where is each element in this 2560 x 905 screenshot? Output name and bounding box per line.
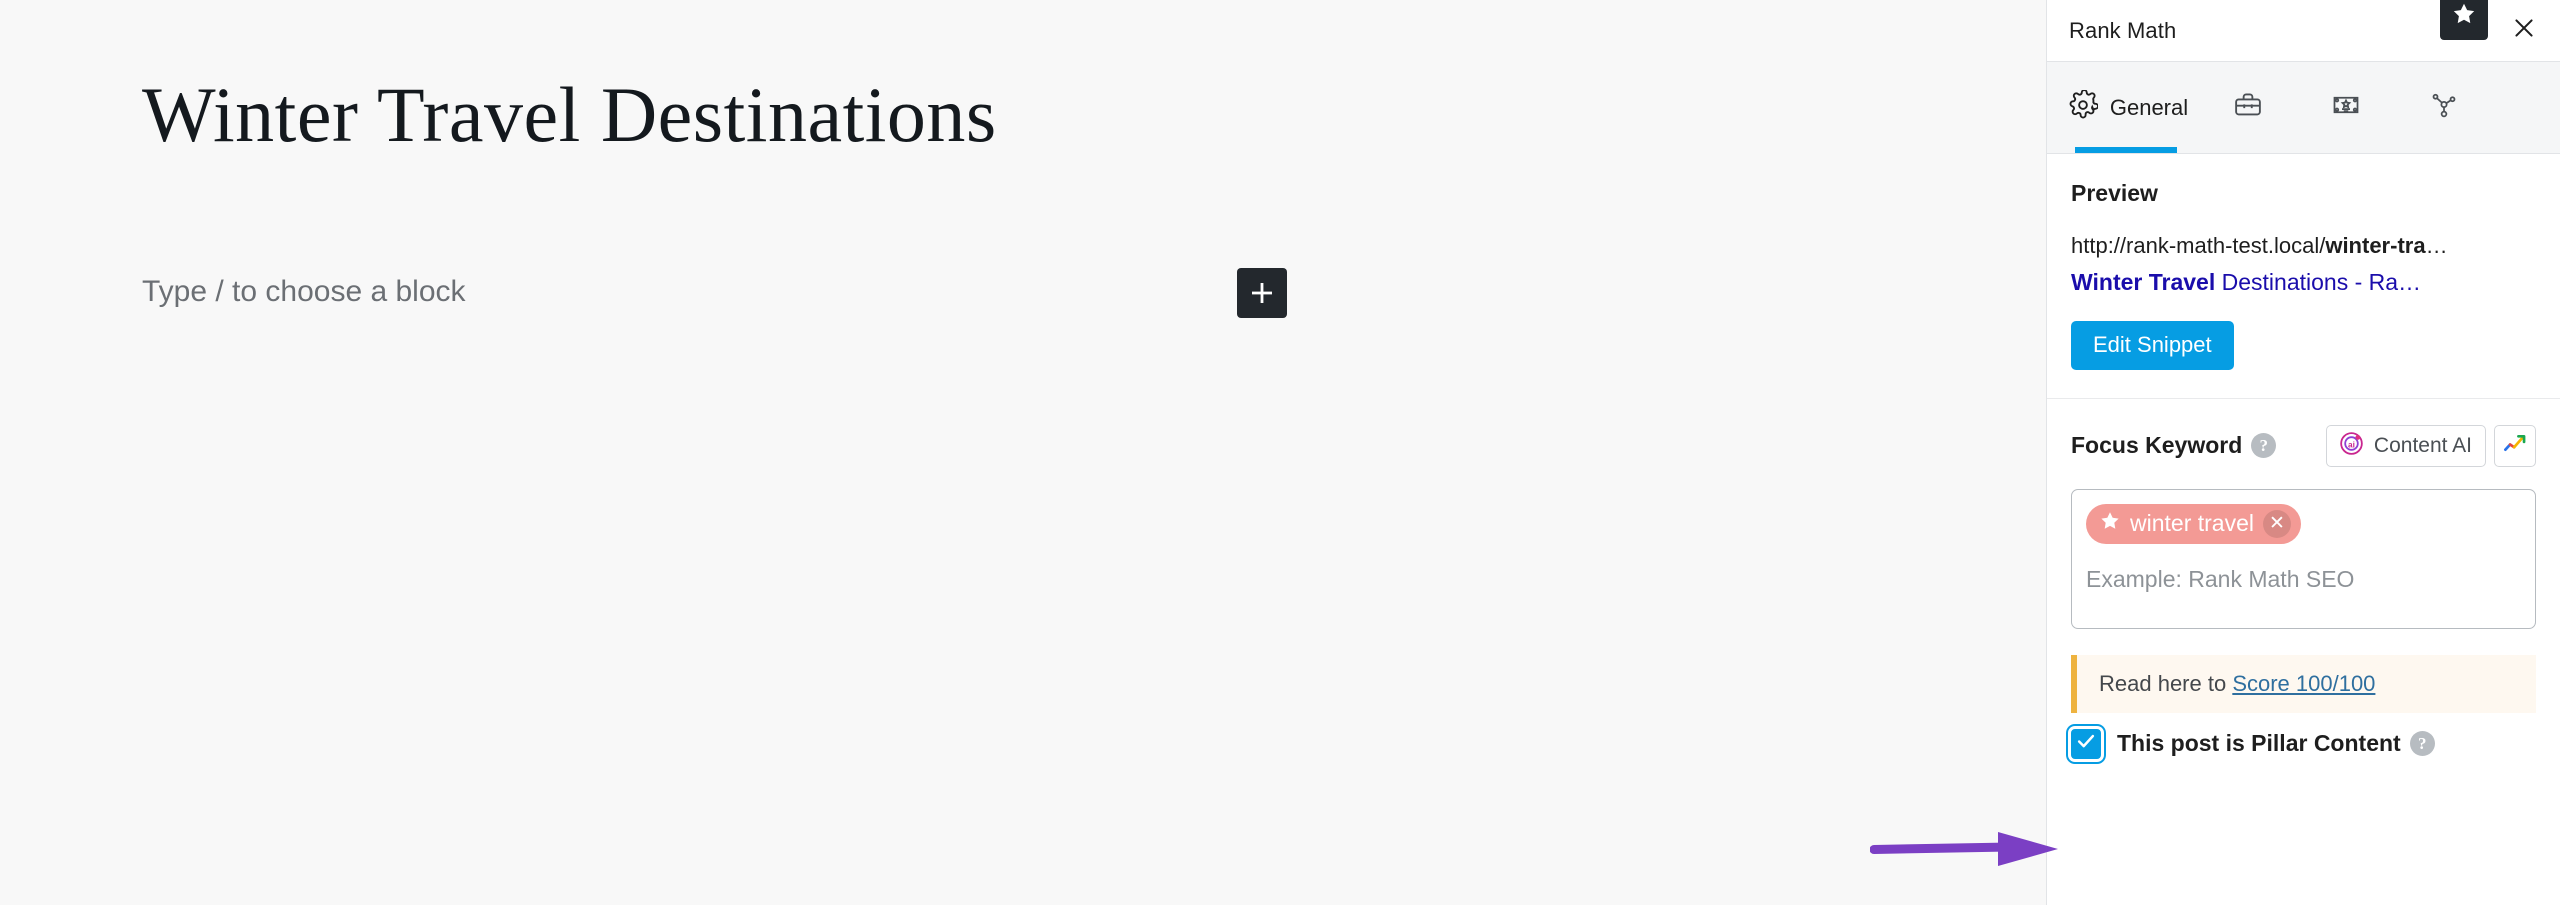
content-ai-icon: ai [2338, 430, 2365, 462]
pillar-content-row: This post is Pillar Content ? [2071, 728, 2536, 759]
gear-icon [2068, 89, 2099, 125]
focus-keyword-help-icon[interactable]: ? [2251, 433, 2277, 459]
close-icon [2511, 15, 2537, 46]
focus-keyword-actions: ai Content AI [2325, 424, 2536, 467]
keyword-remove-icon[interactable]: ✕ [2262, 509, 2291, 538]
pillar-content-help-icon[interactable]: ? [2409, 731, 2435, 757]
block-placeholder-text[interactable]: Type / to choose a block [142, 268, 466, 316]
pillar-content-checkbox[interactable] [2071, 728, 2101, 759]
briefcase-icon [2233, 90, 2263, 125]
focus-keyword-section: Focus Keyword ? ai Content AI winter tra… [2047, 399, 2560, 633]
close-panel-button[interactable] [2504, 11, 2544, 51]
snippet-url-prefix: http://rank-math-test.local/ [2071, 233, 2326, 258]
trending-chart-button[interactable] [2494, 424, 2536, 467]
social-share-icon [2429, 90, 2459, 125]
content-ai-label: Content AI [2373, 433, 2472, 457]
rank-math-sidebar-panel: Rank Math General Preview http://rank-ma… [2046, 0, 2560, 905]
tab-social[interactable] [2395, 62, 2493, 153]
star-icon [2099, 510, 2121, 537]
tab-schema[interactable] [2297, 62, 2395, 153]
snippet-url: http://rank-math-test.local/winter-tra… [2071, 231, 2536, 261]
score-notice-text: Read here to Score 100/100 [2099, 671, 2375, 696]
snippet-title-ellipsis: … [2398, 268, 2422, 295]
snippet-title-rest: Destinations - Ra [2215, 268, 2399, 295]
keyword-tag[interactable]: winter travel ✕ [2086, 503, 2301, 544]
snippet-title[interactable]: Winter Travel Destinations - Ra… [2071, 265, 2536, 300]
trending-chart-icon [2502, 430, 2529, 462]
block-inserter-button[interactable] [1237, 268, 1287, 318]
focus-keyword-label: Focus Keyword [2071, 432, 2243, 459]
tab-general[interactable]: General [2047, 62, 2199, 153]
sidebar-tabs: General [2047, 62, 2560, 154]
score-notice: Read here to Score 100/100 [2071, 654, 2536, 713]
content-ai-button[interactable]: ai Content AI [2325, 424, 2486, 467]
score-notice-link[interactable]: Score 100/100 [2232, 671, 2375, 696]
plus-icon [1249, 280, 1275, 306]
sidebar-header: Rank Math [2047, 0, 2560, 62]
snippet-url-slug: winter-tra [2325, 233, 2426, 258]
checkmark-icon [2075, 730, 2097, 757]
focus-keyword-header: Focus Keyword ? ai Content AI [2071, 424, 2536, 467]
snippet-title-highlight: Winter Travel [2071, 268, 2216, 295]
tab-general-label: General [2109, 94, 2189, 120]
tab-advanced[interactable] [2199, 62, 2297, 153]
keyword-tag-label: winter travel [2130, 510, 2254, 537]
keyword-input-placeholder: Example: Rank Math SEO [2086, 565, 2355, 592]
schema-certificate-icon [2331, 90, 2361, 125]
snippet-preview-section: Preview http://rank-math-test.local/wint… [2047, 154, 2560, 399]
pillar-content-label: This post is Pillar Content [2117, 730, 2401, 757]
svg-text:ai: ai [2348, 439, 2355, 449]
star-icon [2451, 1, 2477, 32]
post-editor-canvas: Winter Travel Destinations Type / to cho… [0, 0, 2046, 905]
score-notice-prefix: Read here to [2099, 670, 2233, 696]
preview-heading: Preview [2071, 180, 2158, 206]
snippet-url-ellipsis: … [2425, 233, 2448, 258]
post-title[interactable]: Winter Travel Destinations [142, 72, 997, 158]
sidebar-title: Rank Math [2069, 17, 2177, 43]
edit-snippet-button[interactable]: Edit Snippet [2071, 321, 2234, 370]
star-badge-button[interactable] [2440, 0, 2488, 40]
focus-keyword-input[interactable]: winter travel ✕ Example: Rank Math SEO [2071, 488, 2536, 629]
